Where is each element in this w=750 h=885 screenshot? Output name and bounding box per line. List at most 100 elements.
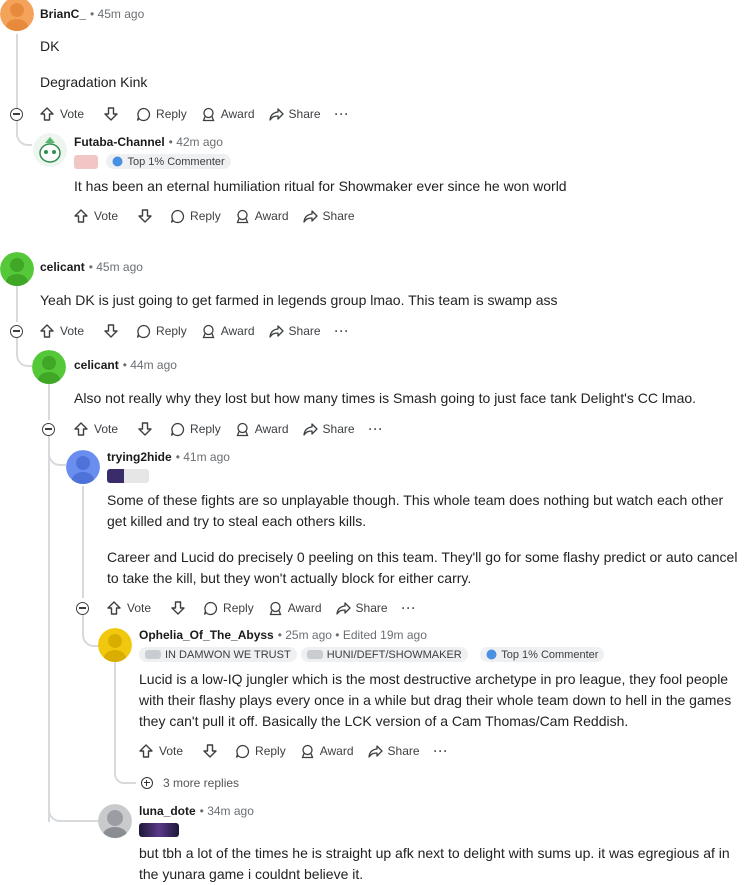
- username[interactable]: celicant: [74, 358, 119, 372]
- award-button[interactable]: Award: [201, 107, 255, 122]
- upvote-button[interactable]: Vote: [74, 422, 118, 436]
- share-button[interactable]: Share: [268, 324, 321, 339]
- reply-button[interactable]: Reply: [136, 324, 187, 339]
- avatar[interactable]: [32, 350, 66, 384]
- downvote-button[interactable]: [104, 324, 118, 338]
- downvote-button[interactable]: [203, 744, 217, 758]
- avatar[interactable]: [33, 133, 67, 167]
- reply-button[interactable]: Reply: [170, 422, 221, 437]
- share-button[interactable]: Share: [268, 107, 321, 122]
- award-icon: [269, 601, 282, 615]
- share-label: Share: [288, 107, 321, 121]
- arrow-up-icon: [139, 744, 153, 758]
- comment-actions: Vote Reply Award Share ···: [139, 741, 449, 761]
- arrow-down-icon: [104, 324, 118, 338]
- downvote-button[interactable]: [138, 422, 152, 436]
- reply-icon: [203, 601, 218, 615]
- more-options-button[interactable]: ···: [335, 324, 350, 338]
- username[interactable]: trying2hide: [107, 450, 172, 464]
- award-button[interactable]: Award: [235, 209, 289, 224]
- reply-label: Reply: [190, 422, 221, 436]
- upvote-button[interactable]: Vote: [139, 744, 183, 758]
- reply-icon: [235, 744, 250, 758]
- avatar[interactable]: [0, 0, 34, 31]
- comment-text: DK: [40, 38, 60, 54]
- timestamp: • 25m ago • Edited 19m ago: [277, 628, 427, 642]
- award-button[interactable]: Award: [235, 422, 289, 437]
- vote-label: Vote: [159, 744, 184, 758]
- plus-circle-icon: [141, 777, 153, 789]
- more-options-button[interactable]: ···: [402, 601, 417, 615]
- award-icon: [236, 209, 249, 223]
- thread-curve: [48, 436, 66, 466]
- comment-header: celicant • 45m ago: [40, 260, 143, 274]
- reply-icon: [170, 422, 185, 436]
- reply-button[interactable]: Reply: [170, 209, 221, 224]
- award-label: Award: [254, 209, 289, 223]
- share-button[interactable]: Share: [335, 601, 388, 616]
- comment-actions: Vote Reply Award Share ···: [40, 321, 350, 341]
- downvote-button[interactable]: [171, 601, 185, 615]
- flair-image: [145, 650, 161, 660]
- upvote-button[interactable]: Vote: [74, 209, 118, 223]
- username[interactable]: BrianC_: [40, 7, 86, 21]
- flair-text: IN DAMWON WE TRUST: [165, 648, 291, 661]
- comment-text: Also not really why they lost but how ma…: [74, 390, 697, 406]
- collapse-thread-button[interactable]: [10, 325, 23, 338]
- award-button[interactable]: Award: [201, 324, 255, 339]
- collapse-thread-button[interactable]: [42, 423, 55, 436]
- thread-line: [48, 436, 50, 822]
- reply-label: Reply: [223, 601, 254, 615]
- share-button[interactable]: Share: [367, 744, 420, 759]
- more-options-button[interactable]: ···: [434, 744, 449, 758]
- avatar[interactable]: [66, 450, 100, 484]
- avatar[interactable]: [98, 804, 132, 838]
- downvote-button[interactable]: [104, 107, 118, 121]
- more-replies-button[interactable]: 3 more replies: [141, 776, 239, 790]
- user-flairs: Top 1% Commenter: [74, 153, 235, 171]
- more-options-button[interactable]: ···: [369, 422, 384, 436]
- collapse-thread-button[interactable]: [76, 602, 89, 615]
- reply-button[interactable]: Reply: [235, 744, 286, 759]
- upvote-button[interactable]: Vote: [40, 107, 84, 121]
- arrow-up-icon: [40, 107, 54, 121]
- reply-icon: [170, 209, 185, 223]
- flair-image: [306, 650, 323, 660]
- vote-label: Vote: [94, 209, 119, 223]
- collapse-thread-button[interactable]: [10, 108, 23, 121]
- reply-label: Reply: [156, 324, 187, 338]
- comment-text: Lucid is a low-IQ jungler which is the m…: [139, 671, 732, 729]
- reply-label: Reply: [255, 744, 286, 758]
- thread-curve: [16, 337, 32, 367]
- reply-button[interactable]: Reply: [136, 107, 187, 122]
- share-button[interactable]: Share: [302, 209, 355, 224]
- reply-button[interactable]: Reply: [203, 601, 254, 616]
- thread-line: [82, 486, 84, 598]
- share-label: Share: [288, 324, 321, 338]
- username[interactable]: Futaba-Channel: [74, 135, 165, 149]
- timestamp: • 44m ago: [122, 358, 177, 372]
- top-commenter-flair: Top 1% Commenter: [106, 154, 231, 170]
- award-label: Award: [220, 324, 255, 338]
- username[interactable]: celicant: [40, 260, 85, 274]
- avatar[interactable]: [98, 628, 132, 662]
- share-label: Share: [387, 744, 420, 758]
- flair-text: Top 1% Commenter: [501, 648, 599, 661]
- downvote-button[interactable]: [138, 209, 152, 223]
- more-options-button[interactable]: ···: [335, 107, 350, 121]
- avatar[interactable]: [0, 252, 34, 286]
- share-button[interactable]: Share: [302, 422, 355, 437]
- award-button[interactable]: Award: [300, 744, 354, 759]
- username[interactable]: luna_dote: [139, 804, 196, 818]
- comment-header: BrianC_ • 45m ago: [40, 7, 144, 21]
- username[interactable]: Ophelia_Of_The_Abyss: [139, 628, 274, 642]
- share-label: Share: [355, 601, 388, 615]
- award-button[interactable]: Award: [268, 601, 322, 616]
- comment-header: luna_dote • 34m ago: [139, 804, 254, 818]
- timestamp: • 45m ago: [90, 7, 145, 21]
- thread-line: [48, 384, 50, 420]
- upvote-button[interactable]: Vote: [40, 324, 84, 338]
- comment-actions: Vote Reply Award Share ···: [107, 598, 417, 618]
- upvote-button[interactable]: Vote: [107, 601, 151, 615]
- reply-icon: [136, 107, 151, 121]
